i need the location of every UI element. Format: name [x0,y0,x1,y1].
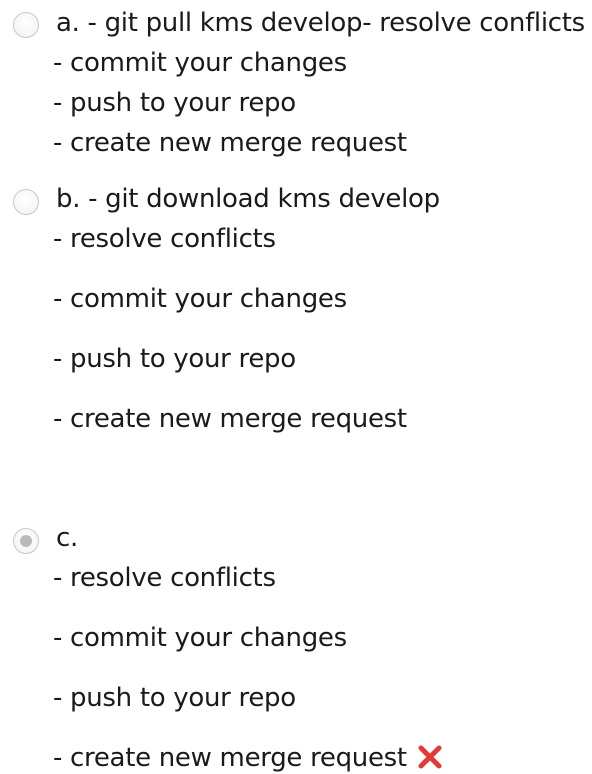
option-a-line-4: - create new merge request [53,128,407,158]
radio-button-option-a[interactable] [13,12,39,38]
option-c-line-1: c. [56,523,78,553]
option-b-line-5: - create new merge request [53,404,407,434]
option-a-line-3: - push to your repo [53,88,296,118]
option-a-line-1: a. - git pull kms develop- resolve confl… [56,8,585,38]
option-b-line-3: - commit your changes [53,284,347,314]
option-b-line-1: b. - git download kms develop [56,184,440,214]
option-a-line-2: - commit your changes [53,48,347,78]
option-b-line-4: - push to your repo [53,344,296,374]
option-c-line-5-wrap: - create new merge request [53,742,443,774]
option-b-line-2: - resolve conflicts [53,224,276,254]
option-c-line-4: - push to your repo [53,683,296,713]
option-c-line-2: - resolve conflicts [53,563,276,593]
option-c-line-3: - commit your changes [53,623,347,653]
cross-mark-icon [417,744,443,770]
radio-button-option-c[interactable] [13,528,39,554]
radio-button-option-b[interactable] [13,189,39,215]
option-c-line-5: - create new merge request [53,743,407,773]
